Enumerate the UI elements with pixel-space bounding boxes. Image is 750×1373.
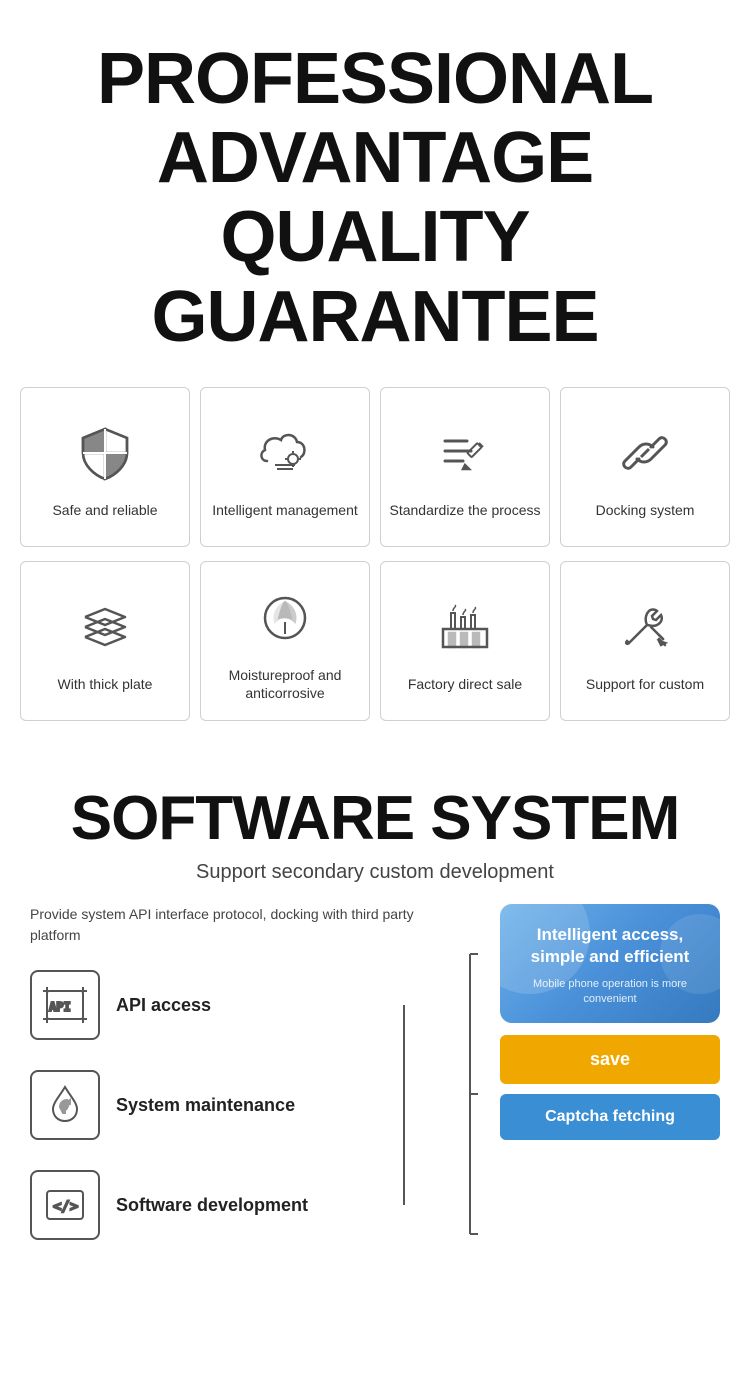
software-section: SOFTWARE SYSTEM Support secondary custom… <box>0 755 750 1290</box>
software-subtitle: Support secondary custom development <box>30 861 720 884</box>
software-api-label: API access <box>116 994 211 1017</box>
api-icon: API <box>30 970 100 1040</box>
feature-docking-label: Docking system <box>596 501 695 519</box>
software-right: Intelligent access, simple and efficient… <box>500 904 720 1140</box>
save-button[interactable]: save <box>500 1035 720 1084</box>
feature-intelligent-label: Intelligent management <box>212 501 358 519</box>
feature-safe-reliable-label: Safe and reliable <box>52 501 157 519</box>
layers-icon <box>71 593 139 661</box>
feature-docking: Docking system <box>560 387 730 547</box>
feature-custom: Support for custom <box>560 561 730 721</box>
feature-intelligent-management: Intelligent management <box>200 387 370 547</box>
feature-thick-label: With thick plate <box>58 675 153 693</box>
software-dev-label: Software development <box>116 1194 308 1217</box>
feature-standardize: Standardize the process <box>380 387 550 547</box>
software-item-development: </> Software development <box>30 1170 440 1240</box>
software-item-maintenance: System maintenance <box>30 1070 440 1140</box>
link-icon <box>611 419 679 487</box>
checklist-icon <box>431 419 499 487</box>
feature-moistureproof: Moistureproof and anticorrosive <box>200 561 370 721</box>
header-title: PROFESSIONAL ADVANTAGE QUALITY GUARANTEE <box>20 40 730 357</box>
feature-safe-reliable: Safe and reliable <box>20 387 190 547</box>
header-section: PROFESSIONAL ADVANTAGE QUALITY GUARANTEE <box>0 0 750 387</box>
mockup-main-text: Intelligent access, simple and efficient <box>516 924 704 968</box>
wrench-icon <box>30 1070 100 1140</box>
api-description: Provide system API interface protocol, d… <box>30 904 440 946</box>
feature-factory-label: Factory direct sale <box>408 675 522 693</box>
feature-moistureproof-label: Moistureproof and anticorrosive <box>209 666 361 702</box>
feature-standardize-label: Standardize the process <box>390 501 541 519</box>
software-maintenance-label: System maintenance <box>116 1094 295 1117</box>
phone-mockup: Intelligent access, simple and efficient… <box>500 904 720 1023</box>
code-icon: </> <box>30 1170 100 1240</box>
factory-icon <box>431 593 499 661</box>
software-content: Provide system API interface protocol, d… <box>30 904 720 1270</box>
software-items-wrapper: API API access <box>30 970 440 1240</box>
software-left: Provide system API interface protocol, d… <box>30 904 440 1270</box>
cloud-settings-icon <box>251 419 319 487</box>
captcha-button[interactable]: Captcha fetching <box>500 1094 720 1140</box>
tools-icon <box>611 593 679 661</box>
svg-text:</>: </> <box>53 1199 78 1215</box>
feature-row-1: Safe and reliable Intelligent management <box>20 387 730 547</box>
mockup-sub-text: Mobile phone operation is more convenien… <box>516 977 704 1008</box>
software-title: SOFTWARE SYSTEM <box>30 785 720 853</box>
shield-icon <box>71 419 139 487</box>
software-item-api: API API access <box>30 970 440 1040</box>
feature-factory: Factory direct sale <box>380 561 550 721</box>
feature-thick-plate: With thick plate <box>20 561 190 721</box>
features-section: Safe and reliable Intelligent management <box>0 387 750 755</box>
feature-custom-label: Support for custom <box>586 675 704 693</box>
leaf-icon <box>251 584 319 652</box>
feature-row-2: With thick plate Moistureproof and antic… <box>20 561 730 721</box>
svg-text:API: API <box>49 1000 71 1014</box>
